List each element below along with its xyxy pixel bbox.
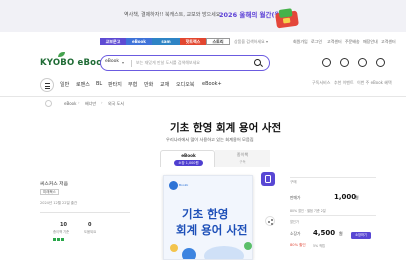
- grid-icon: [53, 237, 65, 242]
- nav-item-textbook[interactable]: 교재: [160, 81, 169, 88]
- price-2-unit: 원: [339, 231, 343, 236]
- nav-item-ebook-plus[interactable]: eBook+: [202, 81, 222, 87]
- breadcrumb-separator-icon: ›: [101, 100, 103, 105]
- cover-decoration: [170, 244, 178, 252]
- nav-item-comics[interactable]: 만화: [144, 81, 153, 88]
- search-scope-select[interactable]: eBook: [105, 59, 119, 64]
- sale-line-label: 할인가: [290, 220, 299, 224]
- library-icon[interactable]: [376, 58, 385, 67]
- service-category-select[interactable]: 상품을 검색하세요 ▾: [234, 39, 268, 45]
- format-tab-paper-sub: 구독: [239, 160, 246, 164]
- publish-date: 2024년 12월 22일 출간: [40, 201, 78, 205]
- stat-pages-value: 10: [60, 222, 67, 228]
- nav-item-romance[interactable]: 로맨스: [76, 81, 90, 88]
- cover-decoration: [204, 246, 244, 259]
- util-link-support[interactable]: 고객센터: [327, 39, 342, 45]
- price-value: 1,000: [334, 193, 357, 201]
- nav-item-general[interactable]: 일반: [60, 81, 69, 88]
- share-button[interactable]: [265, 216, 275, 226]
- nav-item-audiobook[interactable]: 오디오북: [176, 81, 194, 88]
- discount-note: 80% 할인 · 별점 기준 2일: [290, 209, 326, 213]
- cover-publisher: Bookk: [179, 183, 189, 187]
- point-note: 5% 적립: [313, 244, 325, 248]
- service-tab-ebook[interactable]: eBook: [126, 38, 152, 45]
- header-link-subscribe[interactable]: 구독서비스: [312, 80, 330, 86]
- preview-button[interactable]: [261, 172, 275, 186]
- gift-tag-icon: [282, 17, 291, 24]
- breadcrumb-ebook[interactable]: eBook: [64, 101, 76, 106]
- cover-title-line2: 회계 용어 사전: [176, 223, 248, 237]
- service-tab-kyobo[interactable]: 교보문고: [100, 38, 126, 45]
- product-title: 기초 한영 회계 용어 사전: [170, 122, 282, 134]
- discount-rate: 80% 할인: [290, 243, 306, 247]
- stat-helpful-value: 0: [88, 222, 92, 228]
- gift-ribbon-icon: [278, 8, 293, 18]
- search-icon[interactable]: [254, 59, 261, 66]
- search-input[interactable]: 보는 재밌게 만날 도서를 검색해보세요: [136, 60, 200, 66]
- cover-decoration: [244, 242, 252, 250]
- promo-text: 역사책, 결제하자!! 북캐스트, 교보와 방으세요: [124, 12, 221, 18]
- product-subtitle: 우리나라에서 많이 사용하고 있는 회계용어 모음집: [166, 137, 254, 142]
- cart-icon[interactable]: [322, 58, 331, 67]
- author-name[interactable]: 씨스커스 저음: [40, 180, 68, 187]
- util-link-orders[interactable]: 주문배송: [345, 39, 360, 45]
- purchase-column-label: 구매: [290, 180, 297, 184]
- format-tab-paper-label: 종이책: [236, 152, 249, 157]
- book-cover[interactable]: Bookk 기초 한영 회계 용어 사전: [163, 175, 253, 260]
- service-tab-story[interactable]: 스토리: [206, 38, 230, 45]
- search-bar[interactable]: eBook ▾ 보는 재밌게 만날 도서를 검색해보세요: [100, 55, 270, 71]
- util-link-signup[interactable]: 회원가입: [293, 39, 308, 45]
- site-logo[interactable]: KYOBO eBook: [40, 58, 108, 68]
- nav-divider: [0, 96, 406, 97]
- panel-divider: [40, 212, 130, 213]
- logo-leaf-icon: [58, 52, 65, 57]
- promo-banner[interactable]: 역사책, 결제하자!! 북캐스트, 교보와 방으세요 2026 올해의 월간(월…: [0, 0, 406, 32]
- nav-item-martial[interactable]: 무협: [128, 81, 137, 88]
- header-link-weekly[interactable]: 이번 주 eBook 혜택: [357, 80, 392, 86]
- price-unit: 원: [355, 195, 359, 200]
- stat-pages-label: 종이책 기준: [53, 230, 70, 234]
- menu-button[interactable]: [40, 78, 54, 92]
- stat-helpful-label: 도움되요: [84, 230, 97, 234]
- publisher-tag[interactable]: 미래북스: [40, 189, 59, 195]
- format-tabs: eBook 소장 1,000원 종이책 구독: [160, 150, 270, 167]
- util-link-stores[interactable]: 매장안내: [363, 39, 378, 45]
- user-icon[interactable]: [340, 58, 349, 67]
- price-label: 판매가: [290, 195, 301, 200]
- cover-decoration: [182, 248, 196, 259]
- share-icon: [268, 221, 270, 223]
- nav-item-fantasy[interactable]: 판타지: [108, 81, 122, 88]
- search-divider: [131, 60, 132, 67]
- price-2-value: 4,500: [313, 229, 336, 237]
- format-tab-ebook-label: eBook: [181, 153, 196, 158]
- service-tab-sam[interactable]: sam: [152, 38, 180, 45]
- breadcrumb-subcategory[interactable]: 외국 도서: [108, 101, 124, 107]
- price-top-divider: [290, 177, 376, 178]
- bell-icon[interactable]: [358, 58, 367, 67]
- breadcrumb-separator-icon: ›: [78, 100, 80, 105]
- chevron-down-icon: ▾: [122, 60, 125, 65]
- format-tab-paper[interactable]: 종이책 구독: [215, 150, 270, 167]
- gift-icon: [275, 8, 299, 29]
- publisher-logo-icon: [169, 181, 178, 190]
- phone-icon: [265, 175, 271, 183]
- format-tab-ebook-price: 소장 1,000원: [174, 160, 203, 166]
- nav-item-bl[interactable]: BL: [96, 81, 102, 87]
- service-tab-hottracks[interactable]: 핫트랙스: [180, 38, 206, 45]
- header-link-events[interactable]: 추천 이벤트: [334, 80, 354, 86]
- price-mid-divider: [290, 215, 376, 216]
- util-link-login[interactable]: 로그인: [311, 39, 322, 45]
- cover-title-line1: 기초 한영: [182, 207, 229, 221]
- own-button[interactable]: 소장하기: [351, 232, 371, 239]
- format-tab-ebook[interactable]: eBook 소장 1,000원: [160, 150, 215, 167]
- price-2-label: 소장가: [290, 231, 301, 236]
- breadcrumb-category[interactable]: 배너만: [85, 101, 96, 107]
- util-link-help[interactable]: 고객센터: [381, 39, 396, 45]
- home-icon[interactable]: [45, 100, 52, 107]
